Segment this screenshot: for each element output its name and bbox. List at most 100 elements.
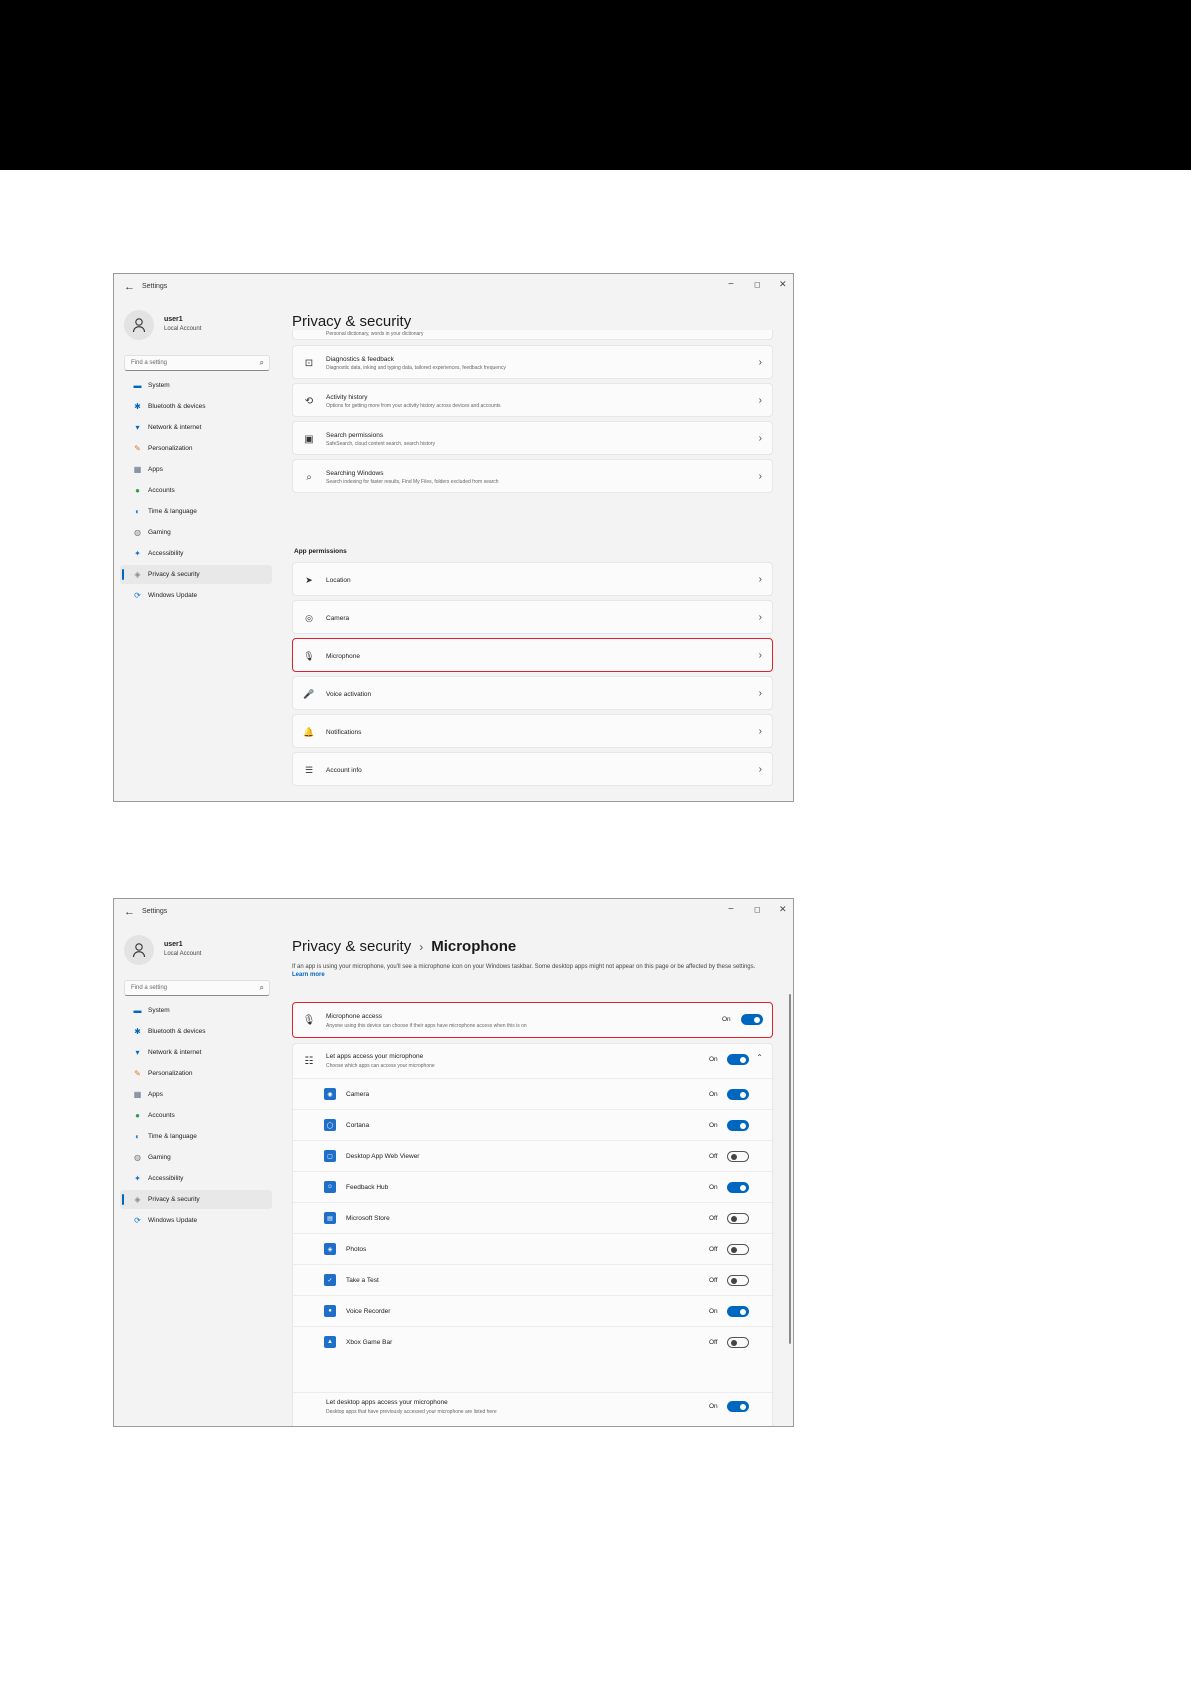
card-subtitle: Options for getting more from your activ… xyxy=(326,403,501,409)
sidebar-item-bluetooth-devices[interactable]: ✱ Bluetooth & devices xyxy=(120,1022,272,1041)
permission-card-camera[interactable]: ◎ Camera › xyxy=(292,600,773,634)
sidebar-item-label: Privacy & security xyxy=(148,1196,200,1203)
desktop-apps-toggle[interactable] xyxy=(727,1401,749,1412)
sidebar-item-accessibility[interactable]: ✦ Accessibility xyxy=(120,544,272,563)
toggle-knob xyxy=(730,1277,737,1284)
app-toggle[interactable] xyxy=(727,1337,749,1348)
close-button[interactable]: ✕ xyxy=(779,279,787,290)
sidebar-item-personalization[interactable]: ✎ Personalization xyxy=(120,439,272,458)
bell-icon: 🔔 xyxy=(303,726,315,737)
search-input[interactable]: Find a setting ⌕ xyxy=(124,980,270,996)
app-toggle[interactable] xyxy=(727,1151,749,1162)
sidebar-item-system[interactable]: ▬ System xyxy=(120,376,272,395)
sidebar-item-label: Personalization xyxy=(148,445,193,452)
toggle-state-label: On xyxy=(722,1016,731,1023)
permission-card-account-info[interactable]: ☰ Account info › xyxy=(292,752,773,786)
sidebar-item-bluetooth-devices[interactable]: ✱ Bluetooth & devices xyxy=(120,397,272,416)
chevron-up-icon[interactable]: ⌃ xyxy=(756,1053,763,1062)
sidebar-item-network-internet[interactable]: ▾ Network & internet xyxy=(120,1043,272,1062)
app-row-microsoft-store: ▤ Microsoft Store Off xyxy=(293,1203,774,1233)
microphone-access-card[interactable]: 🎙 Microphone access Anyone using this de… xyxy=(292,1002,773,1038)
settings-card-diagnostics-feedback[interactable]: ⊡ Diagnostics & feedback Diagnostic data, … xyxy=(292,345,773,379)
chevron-right-icon: › xyxy=(758,764,762,775)
settings-card-activity-history[interactable]: ⟲ Activity history Options for getting mor… xyxy=(292,383,773,417)
sidebar-item-time-language[interactable]: ◐ Time & language xyxy=(120,502,272,521)
card-title: Search permissions xyxy=(326,432,384,439)
desktop-apps-subtitle: Desktop apps that have previously access… xyxy=(326,1409,497,1415)
breadcrumb-parent[interactable]: Privacy & security xyxy=(292,938,411,955)
let-apps-group: ☷ Let apps access your microphone Choose… xyxy=(292,1043,774,1426)
toggle-knob xyxy=(730,1153,737,1160)
sidebar-item-label: System xyxy=(148,382,170,389)
scrollbar[interactable] xyxy=(789,994,791,1344)
sidebar-item-apps[interactable]: ▦ Apps xyxy=(120,460,272,479)
sidebar-item-gaming[interactable]: ◍ Gaming xyxy=(120,1148,272,1167)
toggle-knob xyxy=(740,1184,746,1191)
avatar[interactable] xyxy=(124,935,154,965)
let-apps-toggle[interactable] xyxy=(727,1054,749,1065)
permission-card-microphone[interactable]: 🎙 Microphone › xyxy=(292,638,773,672)
card-title: Activity history xyxy=(326,394,368,401)
settings-card-searching-windows[interactable]: ⌕ Searching Windows Search indexing for fa… xyxy=(292,459,773,493)
sidebar-item-personalization[interactable]: ✎ Personalization xyxy=(120,1064,272,1083)
sidebar: user1 Local Account Find a setting ⌕ ▬ System… xyxy=(114,302,286,801)
sidebar-item-label: Windows Update xyxy=(148,1217,198,1224)
app-toggle[interactable] xyxy=(727,1089,749,1100)
app-toggle[interactable] xyxy=(727,1120,749,1131)
partial-card[interactable]: Personal dictionary, words in your dicti… xyxy=(292,330,773,340)
sidebar-item-windows-update[interactable]: ⟳ Windows Update xyxy=(120,1211,272,1230)
gamepad-icon: ◍ xyxy=(134,1153,141,1162)
app-toggle[interactable] xyxy=(727,1275,749,1286)
app-name: Photos xyxy=(346,1246,367,1253)
sidebar-item-privacy-security[interactable]: ◈ Privacy & security xyxy=(120,1190,272,1209)
sidebar-item-accounts[interactable]: ● Accounts xyxy=(120,481,272,500)
breadcrumb: Privacy & security › Microphone xyxy=(292,938,516,955)
app-toggle[interactable] xyxy=(727,1182,749,1193)
maximize-button[interactable]: ◻ xyxy=(754,905,761,914)
partial-card-subtitle: Personal dictionary, words in your dicti… xyxy=(326,331,424,337)
permission-card-voice-activation[interactable]: 🎤 Voice activation › xyxy=(292,676,773,710)
breadcrumb-current: Microphone xyxy=(431,938,517,955)
back-arrow-icon[interactable]: ← xyxy=(124,906,135,918)
chevron-right-icon: › xyxy=(758,726,762,737)
learn-more-link[interactable]: Learn more xyxy=(292,972,325,978)
minimize-button[interactable]: − xyxy=(728,904,734,915)
voice-recorder-app-icon: ● xyxy=(324,1305,336,1317)
app-toggle[interactable] xyxy=(727,1306,749,1317)
sidebar-item-system[interactable]: ▬ System xyxy=(120,1001,272,1020)
sidebar-item-accounts[interactable]: ● Accounts xyxy=(120,1106,272,1125)
app-toggle[interactable] xyxy=(727,1213,749,1224)
sidebar-item-gaming[interactable]: ◍ Gaming xyxy=(120,523,272,542)
sidebar-item-label: Network & internet xyxy=(148,424,202,431)
settings-card-search-permissions[interactable]: ▣ Search permissions SafeSearch, cloud con… xyxy=(292,421,773,455)
sidebar-item-accessibility[interactable]: ✦ Accessibility xyxy=(120,1169,272,1188)
maximize-button[interactable]: ◻ xyxy=(754,280,761,289)
card-title: Voice activation xyxy=(326,691,372,698)
card-subtitle: SafeSearch, cloud content search, search… xyxy=(326,441,435,447)
minimize-button[interactable]: − xyxy=(728,279,734,290)
search-placeholder: Find a setting xyxy=(131,985,168,991)
gamepad-icon: ◍ xyxy=(134,528,141,537)
microphone-access-toggle[interactable] xyxy=(741,1014,763,1025)
sidebar-item-windows-update[interactable]: ⟳ Windows Update xyxy=(120,586,272,605)
active-indicator xyxy=(122,1194,124,1205)
card-title: Microphone xyxy=(326,653,360,660)
sidebar-item-privacy-security[interactable]: ◈ Privacy & security xyxy=(120,565,272,584)
sidebar-item-network-internet[interactable]: ▾ Network & internet xyxy=(120,418,272,437)
app-row-camera: ◉ Camera On xyxy=(293,1079,774,1109)
sidebar-item-apps[interactable]: ▦ Apps xyxy=(120,1085,272,1104)
search-input[interactable]: Find a setting ⌕ xyxy=(124,355,270,371)
sidebar-item-label: Time & language xyxy=(148,508,197,515)
permission-card-location[interactable]: ➤ Location › xyxy=(292,562,773,596)
card-subtitle: Diagnostic data, inking and typing data,… xyxy=(326,365,506,371)
toggle-state-label: On xyxy=(709,1184,718,1191)
back-arrow-icon[interactable]: ← xyxy=(124,281,135,293)
avatar[interactable] xyxy=(124,310,154,340)
user-name: user1 xyxy=(164,941,183,948)
toggle-state-label: Off xyxy=(709,1339,718,1346)
sidebar-item-time-language[interactable]: ◐ Time & language xyxy=(120,1127,272,1146)
app-toggle[interactable] xyxy=(727,1244,749,1255)
title-bar: ← Settings − ◻ ✕ xyxy=(114,274,793,302)
permission-card-notifications[interactable]: 🔔 Notifications › xyxy=(292,714,773,748)
close-button[interactable]: ✕ xyxy=(779,904,787,915)
